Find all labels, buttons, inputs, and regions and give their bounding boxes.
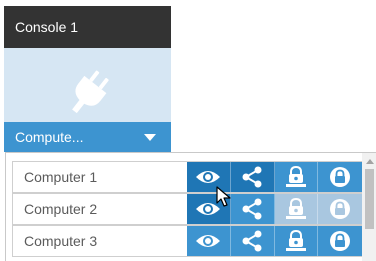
share-icon (242, 166, 262, 188)
user-lock-icon (285, 230, 306, 251)
share-button[interactable] (230, 194, 275, 224)
row-actions (187, 162, 362, 192)
console-preview[interactable] (4, 48, 171, 122)
list-item[interactable]: Computer 1 (12, 161, 362, 193)
list-item[interactable]: Computer 2 (12, 193, 362, 225)
user-lock-icon (285, 166, 306, 187)
lock-button[interactable] (318, 194, 362, 224)
mouse-pointer-icon (216, 186, 231, 207)
lock-button[interactable] (318, 162, 362, 192)
chevron-down-icon[interactable] (144, 134, 156, 141)
row-actions (187, 194, 362, 224)
user-lock-button[interactable] (274, 194, 319, 224)
plug-icon (72, 70, 109, 114)
eye-icon (196, 235, 221, 247)
lock-icon (330, 167, 351, 187)
user-lock-button[interactable] (274, 162, 319, 192)
user-lock-icon (285, 198, 306, 219)
scrollbar[interactable] (362, 153, 376, 261)
view-button[interactable] (187, 226, 231, 256)
computer-label[interactable]: Computer 2 (24, 194, 97, 224)
share-icon (242, 198, 262, 220)
eye-icon (196, 171, 221, 183)
lock-button[interactable] (318, 226, 362, 256)
list-item[interactable]: Computer 3 (12, 225, 362, 257)
lock-icon (330, 231, 351, 251)
user-lock-button[interactable] (274, 226, 319, 256)
computer-label[interactable]: Computer 3 (24, 226, 97, 256)
share-button[interactable] (230, 162, 275, 192)
share-button[interactable] (230, 226, 275, 256)
computer-select[interactable]: Compute... (4, 122, 171, 152)
scroll-thumb[interactable] (365, 169, 374, 229)
console-title: Console 1 (4, 6, 171, 48)
computer-select-label: Compute... (15, 129, 84, 145)
lock-icon (330, 199, 351, 219)
share-icon (242, 230, 262, 252)
console-card[interactable]: Console 1 Compute... (4, 6, 171, 152)
scroll-up-arrow-icon[interactable] (366, 159, 374, 164)
computer-dropdown-list[interactable]: Computer 1 Computer 2 Computer 3 (5, 152, 376, 261)
row-actions (187, 226, 362, 256)
computer-label[interactable]: Computer 1 (24, 162, 97, 192)
